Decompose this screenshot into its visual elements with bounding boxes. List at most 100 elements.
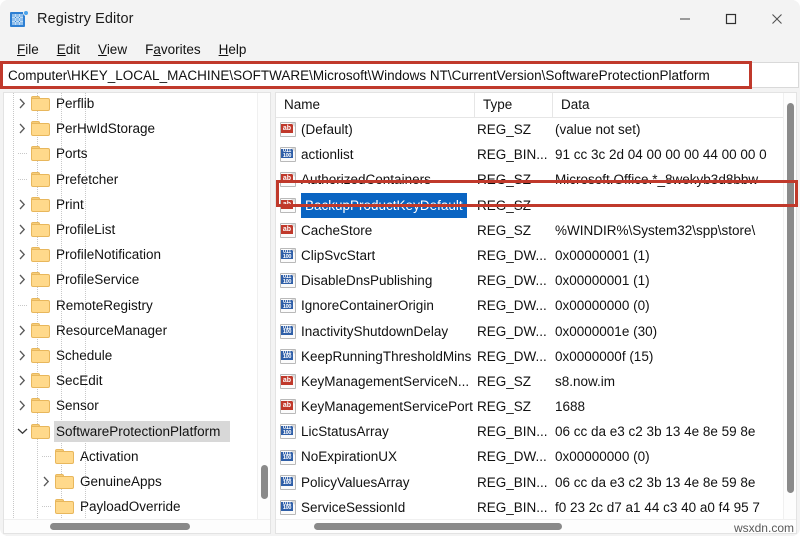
chevron-right-icon[interactable] xyxy=(13,199,31,210)
value-data: 0x00000000 (0) xyxy=(555,449,650,465)
table-row[interactable]: 011 100 DisableDnsPublishing REG_DW... 0x000… xyxy=(276,268,783,293)
minimize-button[interactable] xyxy=(662,0,708,38)
registry-values-pane: Name Type Data ab (Default) REG_SZ (value n… xyxy=(275,92,797,534)
tree-node-label: GenuineApps xyxy=(80,473,162,489)
menu-help[interactable]: Help xyxy=(210,41,256,58)
value-type: REG_BIN... xyxy=(477,424,548,440)
maximize-button[interactable] xyxy=(708,0,754,38)
table-row[interactable]: 011 100 KeepRunningThresholdMins REG_DW... 0… xyxy=(276,344,783,369)
chevron-right-icon[interactable] xyxy=(13,325,31,336)
menu-file[interactable]: FFileile xyxy=(8,41,48,58)
tree-node-perflib[interactable]: Perflib xyxy=(4,93,257,116)
menu-view[interactable]: View xyxy=(89,41,136,58)
tree-node-label: Ports xyxy=(56,146,88,162)
tree-node-activation[interactable]: Activation xyxy=(4,444,257,469)
value-type: REG_SZ xyxy=(477,373,532,389)
tree-node-ports[interactable]: Ports xyxy=(4,141,257,166)
values-vertical-scrollbar[interactable] xyxy=(783,93,796,519)
registry-editor-window: Registry Editor FFileile Edit View Favor… xyxy=(0,0,800,536)
folder-icon xyxy=(31,146,50,162)
value-name: KeyManagementServicePort xyxy=(301,399,473,415)
table-row[interactable]: ab KeyManagementServiceN... REG_SZ s8.now.i… xyxy=(276,369,783,394)
tree-node-perhwidstorage[interactable]: PerHwIdStorage xyxy=(4,116,257,141)
tree-node-print[interactable]: Print xyxy=(4,192,257,217)
tree-vertical-scrollbar[interactable] xyxy=(257,93,270,519)
values-horizontal-scrollbar[interactable] xyxy=(276,519,796,533)
table-row[interactable]: ab CacheStore REG_SZ %WINDIR%\System32\spp\… xyxy=(276,218,783,243)
menu-edit[interactable]: Edit xyxy=(48,41,89,58)
tree-node-payloadoverride[interactable]: PayloadOverride xyxy=(4,494,257,519)
table-row[interactable]: 011 100 actionlist REG_BIN... 91 cc 3c 2d 04… xyxy=(276,142,783,167)
value-data: s8.now.im xyxy=(555,373,616,389)
cell-name: 011 100 LicStatusArray xyxy=(276,419,475,444)
value-data: 0x00000000 (0) xyxy=(555,298,650,314)
tree-node-label: Schedule xyxy=(56,347,113,363)
column-header-name[interactable]: Name xyxy=(276,93,475,117)
tree-node-softwareprotectionplatform[interactable]: SoftwareProtectionPlatform xyxy=(4,418,257,443)
chevron-right-icon[interactable] xyxy=(13,350,31,361)
registry-path-input[interactable]: Computer\HKEY_LOCAL_MACHINE\SOFTWARE\Mic… xyxy=(1,62,799,88)
table-row[interactable]: 011 100 InactivityShutdownDelay REG_DW... 0x… xyxy=(276,319,783,344)
tree-node-remoteregistry[interactable]: RemoteRegistry xyxy=(4,293,257,318)
table-row[interactable]: 011 100 PolicyValuesArray REG_BIN... 06 cc d… xyxy=(276,470,783,495)
title-bar: Registry Editor xyxy=(0,0,800,38)
registry-tree-pane: Perflib PerHwIdStorage Ports Prefetcher Prin… xyxy=(3,92,271,534)
registry-values-list: ab (Default) REG_SZ (value not set) 011 100 ac… xyxy=(276,117,783,519)
close-button[interactable] xyxy=(754,0,800,38)
chevron-right-icon[interactable] xyxy=(13,123,31,134)
registry-tree-clip: Perflib PerHwIdStorage Ports Prefetcher Prin… xyxy=(4,93,257,519)
tree-node-resourcemanager[interactable]: ResourceManager xyxy=(4,318,257,343)
column-header-type[interactable]: Type xyxy=(475,93,553,117)
value-type: REG_DW... xyxy=(477,273,547,289)
string-value-icon: ab xyxy=(280,172,296,188)
tree-horizontal-scrollbar[interactable] xyxy=(4,519,270,533)
binary-value-icon: 011 100 xyxy=(280,499,296,515)
column-header-data[interactable]: Data xyxy=(553,93,796,117)
tree-node-label: SecEdit xyxy=(56,373,103,389)
value-data xyxy=(553,193,783,218)
cell-name: 011 100 NoExpirationUX xyxy=(276,444,475,469)
table-row[interactable]: ab KeyManagementServicePort REG_SZ 1688 xyxy=(276,394,783,419)
cell-name: 011 100 ServiceSessionId xyxy=(276,495,475,519)
chevron-right-icon[interactable] xyxy=(13,274,31,285)
table-row[interactable]: ab (Default) REG_SZ (value not set) xyxy=(276,117,783,142)
menu-favorites[interactable]: Favorites xyxy=(136,41,210,58)
tree-node-label: Print xyxy=(56,196,84,212)
dword-value-icon: 011 100 xyxy=(280,348,296,364)
table-row[interactable]: ab BackupProductKeyDefault REG_SZ xyxy=(276,192,783,218)
cell-name: ab AuthorizedContainers xyxy=(276,167,475,192)
chevron-right-icon[interactable] xyxy=(13,400,31,411)
tree-node-sensor[interactable]: Sensor xyxy=(4,393,257,418)
folder-icon xyxy=(31,247,50,263)
value-name: KeepRunningThresholdMins xyxy=(301,348,472,364)
folder-icon xyxy=(31,322,50,338)
table-row[interactable]: 011 100 ServiceSessionId REG_BIN... f0 23 2c… xyxy=(276,495,783,519)
binary-value-icon: 011 100 xyxy=(280,147,296,163)
tree-node-profileservice[interactable]: ProfileService xyxy=(4,267,257,292)
folder-icon xyxy=(31,171,50,187)
table-row[interactable]: 011 100 LicStatusArray REG_BIN... 06 cc da e… xyxy=(276,419,783,444)
tree-node-genuineapps[interactable]: GenuineApps xyxy=(4,469,257,494)
tree-node-profilenotification[interactable]: ProfileNotification xyxy=(4,242,257,267)
cell-name: ab CacheStore xyxy=(276,218,475,243)
chevron-right-icon[interactable] xyxy=(37,476,55,487)
chevron-right-icon[interactable] xyxy=(13,224,31,235)
value-name: DisableDnsPublishing xyxy=(301,273,433,289)
tree-node-profilelist[interactable]: ProfileList xyxy=(4,217,257,242)
table-row[interactable]: 011 100 ClipSvcStart REG_DW... 0x00000001 (1… xyxy=(276,243,783,268)
chevron-down-icon[interactable] xyxy=(13,427,31,435)
chevron-right-icon[interactable] xyxy=(13,249,31,260)
chevron-right-icon[interactable] xyxy=(13,98,31,109)
folder-icon xyxy=(31,423,50,439)
cell-name: 011 100 ClipSvcStart xyxy=(276,243,475,268)
chevron-right-icon[interactable] xyxy=(13,375,31,386)
table-row[interactable]: 011 100 NoExpirationUX REG_DW... 0x00000000 … xyxy=(276,444,783,469)
tree-node-schedule[interactable]: Schedule xyxy=(4,343,257,368)
tree-node-secedit[interactable]: SecEdit xyxy=(4,368,257,393)
table-row[interactable]: 011 100 IgnoreContainerOrigin REG_DW... 0x00… xyxy=(276,293,783,318)
value-data: 0x00000001 (1) xyxy=(555,247,650,263)
table-row[interactable]: ab AuthorizedContainers REG_SZ Microsoft.Of… xyxy=(276,167,783,192)
value-data: %WINDIR%\System32\spp\store\ xyxy=(555,222,756,238)
tree-node-prefetcher[interactable]: Prefetcher xyxy=(4,167,257,192)
tree-node-label: SoftwareProtectionPlatform xyxy=(54,420,231,442)
